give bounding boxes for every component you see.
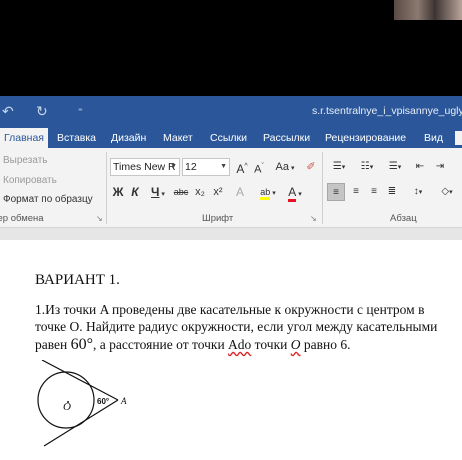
copy-button[interactable]: Копировать (3, 175, 57, 186)
problem-line-2: точке O. Найдите радиус окружности, если… (35, 319, 438, 334)
increase-indent-button[interactable]: ⇥ (432, 158, 448, 176)
spelling-error-word[interactable]: Ado (228, 337, 251, 352)
shading-button[interactable]: ◇▾ (436, 183, 458, 201)
undo-icon[interactable]: ↶ (2, 102, 14, 120)
spelling-error-letter[interactable]: O (291, 337, 301, 352)
clear-formatting-icon[interactable]: ✐ (304, 158, 318, 176)
angle-value: 60° (70, 336, 94, 353)
tab-review[interactable]: Рецензирование (325, 128, 406, 148)
format-painter-button[interactable]: Формат по образцу (3, 194, 93, 205)
bullets-button[interactable]: ☰▾ (326, 158, 352, 176)
font-name-combo[interactable]: Times New R ▼ (110, 158, 180, 176)
customize-quick-access-icon[interactable]: ⁼ (78, 102, 83, 120)
align-center-button[interactable]: ≡ (348, 183, 364, 201)
tab-design[interactable]: Дизайн (111, 128, 146, 148)
document-area: ВАРИАНТ 1. 1.Из точки A проведены две ка… (0, 228, 462, 460)
tab-insert[interactable]: Вставка (57, 128, 96, 148)
text-effects-button[interactable]: A (232, 183, 248, 201)
chevron-down-icon: ▼ (170, 163, 177, 170)
tangent-upper (41, 360, 119, 401)
clipboard-launcher-icon[interactable]: ↘ (96, 214, 103, 223)
paragraph-group-label: Абзац (390, 213, 417, 224)
geometry-figure: O 60° A (37, 360, 127, 447)
problem-line-3: равен 60°, а расстояние от точки Ado точ… (35, 336, 351, 353)
variant-heading: ВАРИАНТ 1. (35, 272, 120, 288)
align-left-button[interactable]: ≡ (327, 183, 345, 201)
highlight-color-button[interactable]: ab ▾ (256, 183, 280, 201)
font-name-value: Times New R (113, 161, 176, 173)
change-case-button[interactable]: Aa ▾ (272, 158, 298, 176)
italic-button[interactable]: К (128, 183, 142, 201)
font-launcher-icon[interactable]: ↘ (310, 214, 317, 223)
chevron-down-icon: ▼ (220, 163, 227, 170)
title-bar: ↶ ↻ ⁼ s.r.tsentralnye_i_vpisannye_ugly (0, 96, 462, 128)
grow-font-button[interactable]: A^ (234, 158, 250, 176)
point-label: A (120, 396, 127, 406)
webcam-thumbnail (394, 0, 462, 20)
numbering-button[interactable]: ☷▾ (354, 158, 380, 176)
clipboard-divider (106, 152, 107, 224)
tangent-lower (43, 399, 119, 447)
screen-top-area (0, 0, 462, 96)
strikethrough-button[interactable]: abc (172, 183, 190, 201)
tab-overflow (455, 131, 462, 145)
redo-icon[interactable]: ↻ (36, 102, 48, 120)
cut-button[interactable]: Вырезать (3, 155, 47, 166)
superscript-button[interactable]: x² (210, 183, 226, 201)
font-group-label: Шрифт (202, 213, 234, 224)
tab-home[interactable]: Главная (0, 128, 48, 148)
center-label: O (63, 401, 71, 413)
tab-layout[interactable]: Макет (163, 128, 193, 148)
document-title: s.r.tsentralnye_i_vpisannye_ugly (312, 105, 462, 117)
ribbon: Вырезать Копировать Формат по образцу Бу… (0, 148, 462, 228)
document-page[interactable]: ВАРИАНТ 1. 1.Из точки A проведены две ка… (0, 240, 462, 460)
multilevel-list-button[interactable]: ☰▾ (382, 158, 408, 176)
tab-view[interactable]: Вид (424, 128, 443, 148)
align-right-button[interactable]: ≡ (366, 183, 382, 201)
underline-button[interactable]: Ч ▾ (146, 183, 170, 201)
shrink-font-button[interactable]: Aˇ (251, 158, 267, 176)
tab-mailings[interactable]: Рассылки (263, 128, 310, 148)
bold-button[interactable]: Ж (110, 183, 126, 201)
decrease-indent-button[interactable]: ⇤ (412, 158, 428, 176)
clipboard-group-label: Буфер обмена (0, 213, 44, 224)
font-size-value: 12 (185, 161, 197, 173)
font-size-combo[interactable]: 12 ▼ (182, 158, 230, 176)
font-divider (322, 152, 323, 224)
tab-references[interactable]: Ссылки (210, 128, 247, 148)
font-color-button[interactable]: A ▾ (284, 183, 306, 202)
subscript-button[interactable]: x₂ (192, 183, 208, 201)
ribbon-tabs: Главная Вставка Дизайн Макет Ссылки Расс… (0, 128, 462, 148)
angle-label: 60° (97, 397, 109, 406)
problem-line-1: 1.Из точки A проведены две касательные к… (35, 302, 425, 317)
line-spacing-button[interactable]: ↕▾ (406, 183, 430, 201)
justify-button[interactable]: ≣ (384, 183, 400, 201)
